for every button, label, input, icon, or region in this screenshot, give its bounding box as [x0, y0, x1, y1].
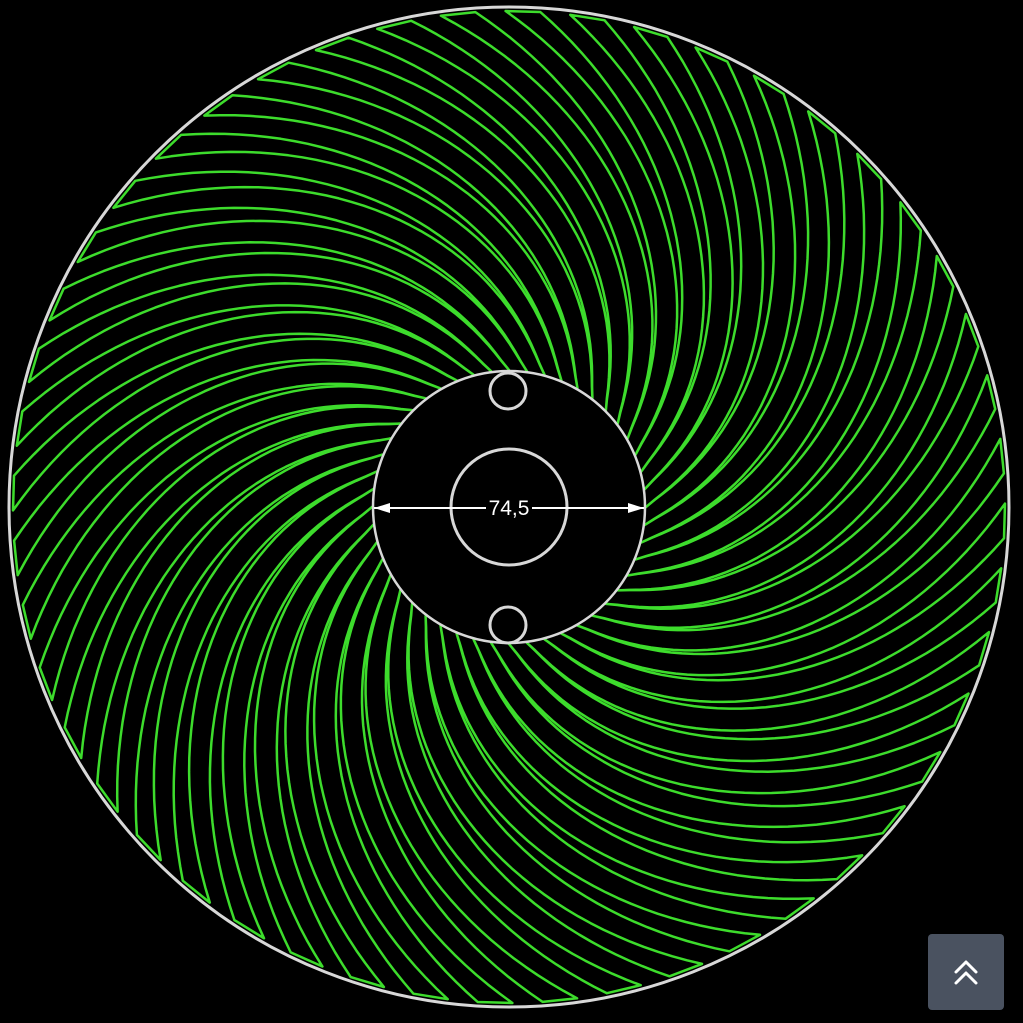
blade [643, 74, 810, 527]
blade [256, 61, 594, 400]
impeller-drawing: 74,5 [7, 5, 1011, 1009]
dimension-label: 74,5 [489, 497, 530, 520]
blade [208, 487, 375, 940]
blade [76, 206, 529, 373]
blade [63, 422, 402, 760]
blade [489, 641, 942, 808]
double-chevron-up-icon [954, 960, 978, 985]
blade [616, 254, 955, 592]
blade [424, 614, 762, 953]
cad-viewport: 74,5 [0, 0, 1023, 1023]
scroll-to-top-button[interactable] [928, 934, 1004, 1010]
